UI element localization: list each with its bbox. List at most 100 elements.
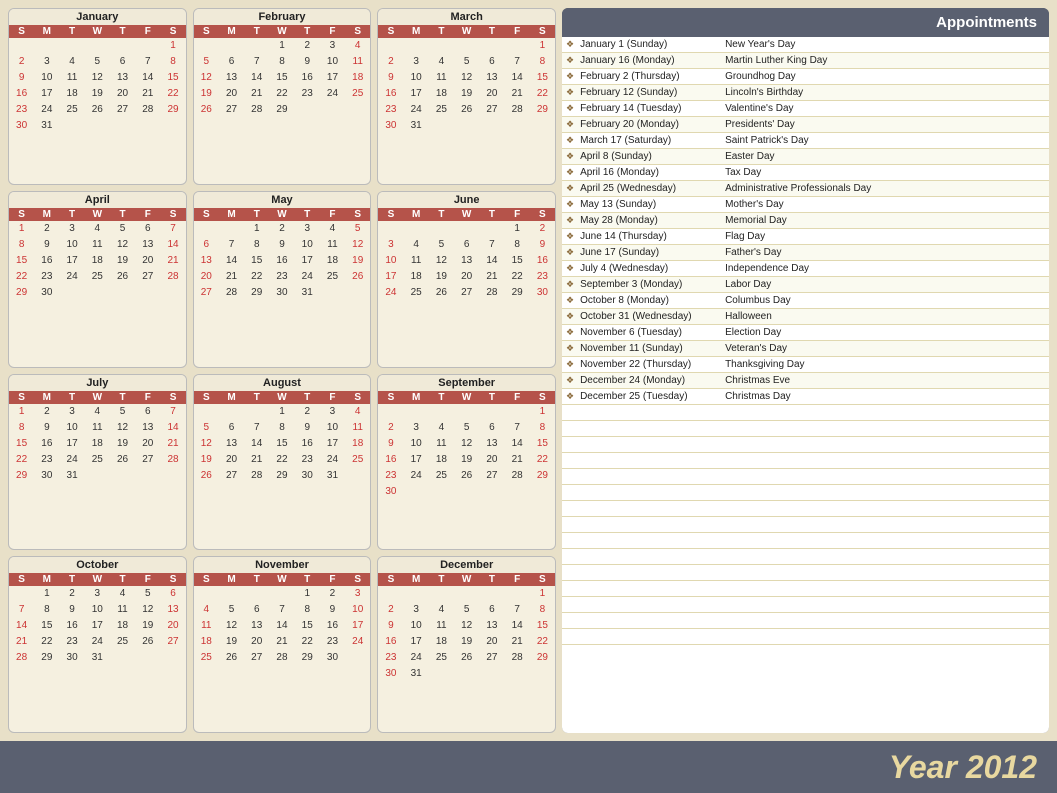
cal-day: 5 [454,420,479,436]
cal-day [135,38,160,54]
cal-day: 27 [194,285,219,301]
cal-day [110,650,135,666]
bottom-bar: Year 2012 [0,741,1057,793]
cal-day: 26 [454,102,479,118]
cal-day [160,468,185,484]
calendar-october: OctoberSMTWTFS 1234567891011121314151617… [8,556,187,733]
diamond-icon: ❖ [562,263,578,274]
cal-day: 23 [378,102,403,118]
appointment-name: Saint Patrick's Day [723,134,1049,147]
cal-day: 2 [269,221,294,237]
cal-day: 2 [378,420,403,436]
cal-day: 20 [135,436,160,452]
cal-day: 31 [295,285,320,301]
empty-row [562,533,1049,549]
cal-day: 28 [244,468,269,484]
cal-day [219,586,244,602]
cal-day: 3 [320,404,345,420]
cal-day: 4 [429,54,454,70]
cal-day: 18 [194,634,219,650]
cal-day: 14 [479,253,504,269]
cal-day: 15 [530,618,555,634]
cal-day: 4 [429,602,454,618]
appointment-row: ❖July 4 (Wednesday)Independence Day [562,261,1049,277]
appointment-date: February 2 (Thursday) [578,70,723,83]
cal-day: 1 [505,221,530,237]
cal-day [244,586,269,602]
cal-day: 16 [378,634,403,650]
cal-day: 9 [530,237,555,253]
cal-day: 30 [269,285,294,301]
appointment-date: December 24 (Monday) [578,374,723,387]
cal-day: 30 [378,666,403,682]
cal-day [160,118,185,134]
cal-day: 11 [345,420,370,436]
cal-day [530,484,555,500]
cal-day: 13 [219,70,244,86]
cal-day: 4 [404,237,429,253]
cal-day: 13 [219,436,244,452]
cal-day: 17 [404,86,429,102]
cal-day: 10 [378,253,403,269]
cal-day [404,404,429,420]
diamond-icon: ❖ [562,231,578,242]
cal-day: 22 [34,634,59,650]
cal-day: 6 [479,54,504,70]
cal-day: 30 [378,118,403,134]
cal-day: 19 [345,253,370,269]
cal-day: 30 [9,118,34,134]
cal-day: 28 [505,102,530,118]
cal-day [454,38,479,54]
cal-day [404,38,429,54]
cal-day: 29 [530,650,555,666]
cal-day: 25 [345,86,370,102]
appointment-row: ❖February 2 (Thursday)Groundhog Day [562,69,1049,85]
cal-day [194,38,219,54]
cal-day [454,586,479,602]
top-section: JanuarySMTWTFS 1234567891011121314151617… [0,0,1057,741]
cal-day [505,666,530,682]
calendars-grid: JanuarySMTWTFS 1234567891011121314151617… [8,8,556,733]
cal-day [429,221,454,237]
cal-day: 8 [269,420,294,436]
cal-day: 15 [9,436,34,452]
cal-day: 24 [404,650,429,666]
cal-days-header: SMTWTFS [194,208,371,221]
cal-day: 1 [530,38,555,54]
cal-day: 25 [59,102,84,118]
cal-day: 2 [34,404,59,420]
cal-day [219,404,244,420]
cal-day: 11 [85,420,110,436]
cal-day: 10 [34,70,59,86]
cal-day [135,118,160,134]
cal-day: 19 [135,618,160,634]
appointment-date: April 8 (Sunday) [578,150,723,163]
cal-day [378,221,403,237]
cal-day: 8 [160,54,185,70]
cal-day: 14 [135,70,160,86]
cal-day: 16 [269,253,294,269]
cal-day: 21 [219,269,244,285]
cal-day: 17 [34,86,59,102]
cal-day [429,118,454,134]
appointment-row: ❖September 3 (Monday)Labor Day [562,277,1049,293]
cal-day: 3 [59,221,84,237]
cal-day: 8 [9,420,34,436]
cal-day: 5 [454,54,479,70]
cal-day [194,221,219,237]
cal-day: 20 [244,634,269,650]
cal-day: 31 [320,468,345,484]
cal-day: 27 [219,102,244,118]
cal-day: 2 [34,221,59,237]
cal-day [9,38,34,54]
cal-day [454,221,479,237]
cal-day: 8 [269,54,294,70]
cal-day: 5 [85,54,110,70]
appointment-name: Administrative Professionals Day [723,182,1049,195]
cal-day: 9 [378,70,403,86]
main-container: JanuarySMTWTFS 1234567891011121314151617… [0,0,1057,793]
cal-day: 15 [34,618,59,634]
cal-day: 24 [295,269,320,285]
cal-day: 28 [160,269,185,285]
cal-day: 21 [244,86,269,102]
